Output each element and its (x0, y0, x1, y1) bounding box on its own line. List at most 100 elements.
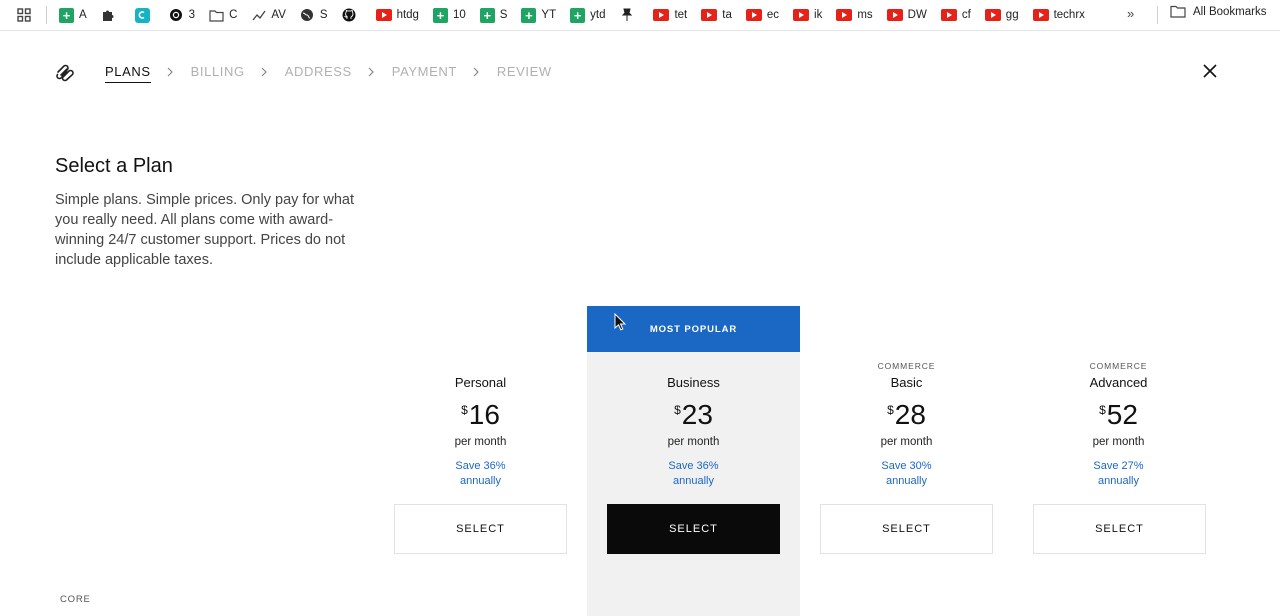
youtube-icon (984, 9, 1001, 21)
plan-kicker: COMMERCE (877, 361, 936, 371)
plan-price: $52 (1012, 400, 1225, 432)
youtube-icon (1032, 9, 1049, 21)
plan-description: Simple plans. Simple prices. Only pay fo… (55, 192, 354, 268)
chevron-right-icon (473, 67, 481, 77)
bookmark-item[interactable]: C (209, 5, 237, 25)
bookmark-item[interactable]: techrx (1032, 5, 1085, 25)
youtube-icon (793, 9, 810, 21)
plan-card-business: Business $23 per month Save 36% annually (587, 360, 800, 489)
sheets-icon: + (479, 7, 495, 23)
bookmark-item[interactable] (342, 5, 362, 25)
youtube-icon (886, 9, 903, 21)
plan-name: Basic (890, 375, 923, 390)
select-personal-button[interactable]: SELECT (394, 504, 567, 554)
currency-symbol: $ (887, 403, 894, 417)
bookmark-item[interactable]: +10 (432, 5, 466, 25)
select-commerce-advanced-button[interactable]: SELECT (1033, 504, 1206, 554)
annual-savings: Save 36% annually (455, 460, 506, 487)
plan-kicker (587, 360, 800, 373)
chevron-right-icon (368, 67, 376, 77)
price-period: per month (880, 436, 933, 448)
plan-card-commerce-advanced: COMMERCE Advanced $52 per month Save 27%… (1012, 360, 1225, 489)
apps-grid-icon[interactable] (16, 7, 32, 23)
step-plans[interactable]: PLANS (105, 64, 151, 83)
checkout-steps: PLANS BILLING ADDRESS PAYMENT REVIEW (105, 64, 552, 83)
price-period: per month (667, 436, 720, 448)
folder-icon (1170, 5, 1186, 18)
youtube-icon (836, 9, 853, 21)
bookmark-item[interactable]: AV (251, 5, 286, 25)
bookmark-item[interactable]: ik (793, 5, 822, 25)
step-review[interactable]: REVIEW (497, 64, 552, 79)
plan-card-personal: Personal $16 per month Save 36% annually (374, 360, 587, 489)
price-period: per month (1092, 436, 1145, 448)
all-bookmarks-button[interactable]: All Bookmarks (1170, 5, 1267, 18)
globe-icon (300, 8, 315, 23)
bookmark-item[interactable]: htdg (375, 5, 419, 25)
puzzle-icon (101, 8, 116, 23)
bookmark-item[interactable]: gg (984, 5, 1019, 25)
chevron-right-icon (167, 67, 175, 77)
plan-card-commerce-basic: COMMERCE Basic $28 per month Save 30% ann… (800, 360, 1013, 489)
bookmark-item[interactable]: + ytd (570, 5, 605, 25)
youtube-icon (745, 9, 762, 21)
section-label-core: CORE (60, 594, 91, 605)
plan-price: $23 (587, 400, 800, 432)
bookmark-item[interactable]: + S (479, 5, 507, 25)
pin-icon (619, 8, 634, 23)
plan-name: Advanced (1089, 375, 1148, 390)
bookmarks-separator (46, 6, 47, 24)
step-payment[interactable]: PAYMENT (392, 64, 457, 79)
currency-symbol: $ (1099, 403, 1106, 417)
youtube-icon (375, 9, 392, 21)
squarespace-logo-icon[interactable] (54, 62, 76, 84)
threads-icon (169, 8, 184, 23)
bookmark-item[interactable]: ec (745, 5, 779, 25)
bookmark-item[interactable]: S (300, 5, 328, 25)
close-icon (1203, 63, 1217, 83)
annual-savings: Save 27% annually (1093, 460, 1144, 487)
annual-savings: Save 36% annually (668, 460, 719, 487)
bookmark-item[interactable] (134, 5, 155, 25)
sheets-icon: + (570, 7, 586, 23)
step-billing[interactable]: BILLING (191, 64, 245, 79)
bookmark-item[interactable] (101, 5, 121, 25)
github-icon (342, 8, 357, 23)
app-icon (134, 7, 150, 23)
price-amount: 28 (894, 399, 926, 430)
youtube-icon (653, 9, 670, 21)
currency-symbol: $ (674, 403, 681, 417)
plan-price: $28 (800, 400, 1013, 432)
plan-kicker: COMMERCE (1089, 361, 1148, 371)
price-amount: 23 (681, 399, 713, 430)
youtube-icon (940, 9, 957, 21)
bookmarks-separator (1157, 6, 1158, 24)
sheets-icon: + (59, 7, 74, 23)
close-button[interactable] (1200, 63, 1220, 83)
bookmark-item[interactable]: + YT (521, 5, 556, 25)
select-business-button[interactable]: SELECT (607, 504, 780, 554)
bookmark-item[interactable]: cf (940, 5, 971, 25)
bookmarks-bar: + A 3 C AV S htdg +10 + S + YT + ytd tet ta … (0, 0, 1280, 31)
select-commerce-basic-button[interactable]: SELECT (820, 504, 993, 554)
step-address[interactable]: ADDRESS (285, 64, 352, 79)
folder-icon (209, 8, 224, 23)
bookmark-item[interactable] (619, 5, 639, 25)
plan-name: Personal (454, 375, 507, 390)
plan-name: Business (667, 375, 720, 390)
plan-kicker (374, 360, 587, 373)
mouse-cursor-icon (614, 312, 627, 331)
sheets-icon: + (432, 7, 448, 23)
bookmark-item[interactable]: ms (836, 5, 873, 25)
more-bookmarks-button[interactable]: » (1127, 6, 1134, 21)
price-amount: 16 (468, 399, 500, 430)
bookmark-item[interactable]: ta (701, 5, 732, 25)
plan-price: $16 (374, 400, 587, 432)
sheets-icon: + (521, 7, 537, 23)
annual-savings: Save 30% annually (881, 460, 932, 487)
bookmark-item[interactable]: 3 (169, 5, 195, 25)
price-period: per month (454, 436, 507, 448)
bookmark-item[interactable]: + A (59, 5, 87, 25)
bookmark-item[interactable]: DW (886, 5, 927, 25)
bookmark-item[interactable]: tet (653, 5, 687, 25)
